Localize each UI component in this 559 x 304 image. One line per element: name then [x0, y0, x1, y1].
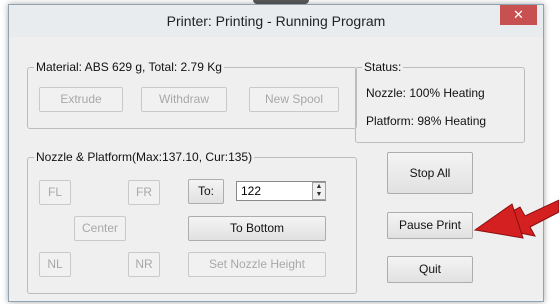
red-arrow-icon: [473, 199, 559, 239]
